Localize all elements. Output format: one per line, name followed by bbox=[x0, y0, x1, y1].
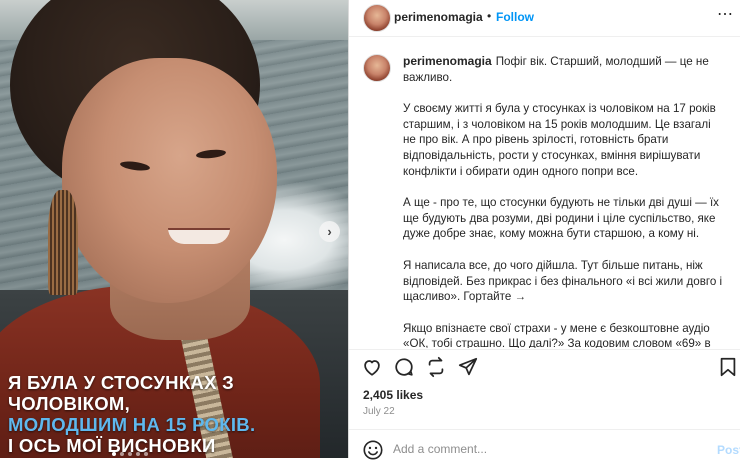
chevron-right-icon[interactable]: › bbox=[319, 221, 340, 242]
caption-line-3: І ОСЬ МОЇ ВИСНОВКИ bbox=[8, 435, 216, 456]
carousel-dot bbox=[144, 452, 148, 456]
follow-button[interactable]: Follow bbox=[496, 10, 534, 24]
comment-icon[interactable] bbox=[393, 356, 415, 378]
header-separator: • bbox=[487, 9, 492, 23]
photo-face bbox=[62, 58, 277, 303]
actions-divider bbox=[349, 349, 740, 350]
post-caption: perimenomagia Пофіг вік. Старший, молодши… bbox=[363, 50, 735, 348]
carousel-dot bbox=[128, 452, 132, 456]
header-username[interactable]: perimenomagia bbox=[394, 10, 483, 24]
action-bar bbox=[349, 352, 740, 380]
caption-username[interactable]: perimenomagia bbox=[403, 54, 492, 68]
bookmark-icon[interactable] bbox=[717, 356, 739, 378]
header-divider bbox=[349, 36, 740, 37]
carousel-dots bbox=[112, 452, 148, 456]
heart-icon[interactable] bbox=[361, 356, 383, 378]
more-options-icon[interactable]: ⋯ bbox=[717, 4, 734, 24]
panel-divider bbox=[348, 0, 349, 458]
send-icon[interactable] bbox=[457, 356, 479, 378]
caption-paragraph: Якщо впізнаєте свої страхи - у мене є бе… bbox=[403, 321, 711, 348]
photo-smile bbox=[168, 228, 230, 244]
caption-paragraph: perimenomagia Пофіг вік. Старший, молодши… bbox=[403, 54, 723, 85]
post-comment-button[interactable]: Post bbox=[717, 443, 740, 457]
caption-paragraph: У своєму житті я була у стосунках із чол… bbox=[403, 102, 716, 178]
caption-line-1: Я БУЛА У СТОСУНКАХ З ЧОЛОВІКОМ, bbox=[8, 372, 235, 414]
avatar[interactable] bbox=[363, 4, 391, 32]
post-header: perimenomagia • Follow ⋯ bbox=[349, 0, 740, 36]
photo-earring bbox=[48, 190, 78, 295]
caption-line-2: МОЛОДШИМ НА 15 РОКІВ. bbox=[8, 414, 256, 435]
carousel-dot bbox=[120, 452, 124, 456]
caption-avatar[interactable] bbox=[363, 54, 391, 82]
post-media[interactable]: › Я БУЛА У СТОСУНКАХ З ЧОЛОВІКОМ, МОЛОДШ… bbox=[0, 0, 348, 458]
carousel-dot bbox=[136, 452, 140, 456]
add-comment-bar: Post bbox=[349, 430, 740, 460]
caption-paragraph: Я написала все, до чого дійшла. Тут біль… bbox=[403, 258, 723, 304]
post-date[interactable]: July 22 bbox=[363, 406, 395, 417]
caption-text: perimenomagia Пофіг вік. Старший, молодши… bbox=[403, 54, 723, 348]
likes-count[interactable]: 2,405 likes bbox=[363, 388, 423, 402]
media-caption: Я БУЛА У СТОСУНКАХ З ЧОЛОВІКОМ, МОЛОДШИМ… bbox=[8, 372, 348, 456]
comment-input[interactable] bbox=[393, 442, 673, 456]
caption-paragraph: А ще - про те, що стосунки будують не ті… bbox=[403, 196, 719, 241]
carousel-dot bbox=[112, 452, 116, 456]
share-icon[interactable] bbox=[425, 356, 447, 378]
